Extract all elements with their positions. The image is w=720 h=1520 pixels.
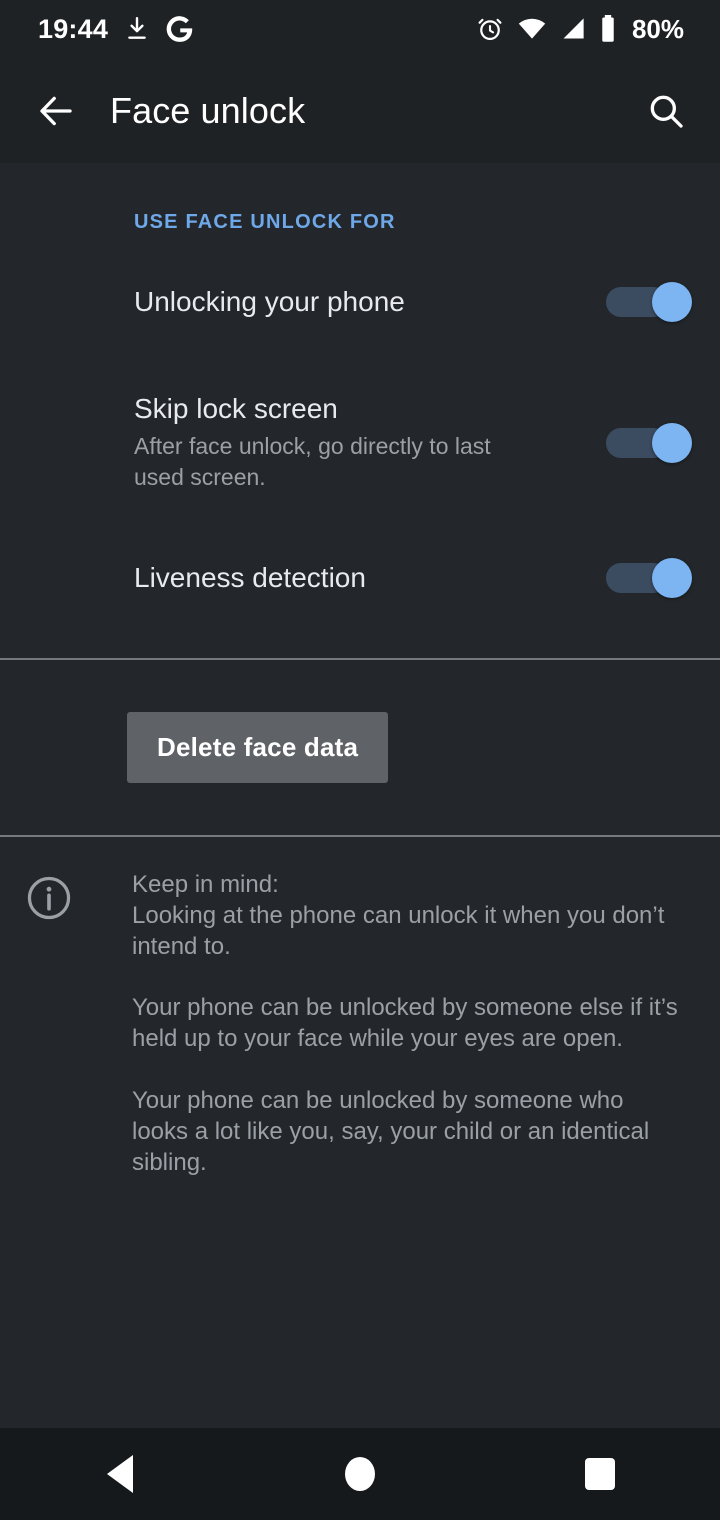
info-paragraph: Keep in mind: Looking at the phone can u…	[132, 870, 665, 960]
pref-texts: Liveness detection	[134, 561, 606, 594]
wifi-icon	[517, 17, 547, 41]
search-icon[interactable]	[640, 85, 692, 137]
pref-row-skip-lock-screen[interactable]: Skip lock screen After face unlock, go d…	[0, 392, 720, 494]
pref-title: Unlocking your phone	[134, 286, 405, 318]
download-icon	[124, 15, 150, 43]
switch-thumb	[652, 282, 692, 322]
pref-subtitle: After face unlock, go directly to last u…	[134, 433, 491, 491]
cellular-signal-icon	[560, 17, 586, 41]
delete-face-data-button[interactable]: Delete face data	[127, 711, 389, 783]
pref-row-liveness-detection[interactable]: Liveness detection	[0, 536, 720, 620]
battery-icon	[599, 15, 617, 43]
app-bar: Face unlock	[0, 58, 720, 163]
battery-percent-label: 80%	[631, 13, 684, 44]
alarm-icon	[476, 15, 504, 43]
pref-title: Liveness detection	[134, 562, 366, 594]
phone-screen: 19:44 80% Face unlock USE FACE UNLOCK FO…	[0, 0, 720, 1520]
status-bar: 19:44 80%	[0, 0, 720, 58]
switch-liveness-detection[interactable]	[606, 556, 692, 600]
page-title: Face unlock	[110, 89, 306, 131]
info-paragraph: Your phone can be unlocked by someone el…	[132, 994, 678, 1053]
section-header-use-face-unlock-for: USE FACE UNLOCK FOR	[134, 211, 396, 233]
recents-nav-icon[interactable]	[545, 1428, 655, 1520]
info-block: Keep in mind: Looking at the phone can u…	[0, 837, 720, 1179]
divider-bottom	[0, 834, 720, 837]
info-circle-icon	[26, 875, 80, 1179]
back-nav-icon[interactable]	[65, 1428, 175, 1520]
switch-skip-lock-screen[interactable]	[606, 421, 692, 465]
back-arrow-icon[interactable]	[30, 85, 82, 137]
pref-texts: Skip lock screen After face unlock, go d…	[134, 392, 606, 494]
switch-thumb	[652, 422, 692, 463]
home-nav-icon[interactable]	[305, 1428, 415, 1520]
status-clock: 19:44	[38, 13, 109, 44]
status-bar-right: 80%	[476, 14, 684, 45]
divider-top	[0, 657, 720, 660]
settings-content: USE FACE UNLOCK FOR Unlocking your phone…	[0, 163, 720, 1428]
status-bar-left: 19:44	[38, 14, 194, 45]
navigation-bar	[0, 1428, 720, 1520]
pref-texts: Unlocking your phone	[134, 285, 606, 318]
switch-thumb	[652, 557, 692, 598]
switch-unlocking-your-phone[interactable]	[606, 280, 692, 324]
pref-title: Skip lock screen	[134, 393, 338, 424]
pref-row-unlocking-your-phone[interactable]: Unlocking your phone	[0, 260, 720, 344]
info-paragraph: Your phone can be unlocked by someone wh…	[132, 1086, 650, 1176]
info-texts: Keep in mind: Looking at the phone can u…	[80, 869, 694, 1179]
google-g-icon	[166, 15, 194, 43]
delete-button-container: Delete face data	[0, 660, 720, 835]
